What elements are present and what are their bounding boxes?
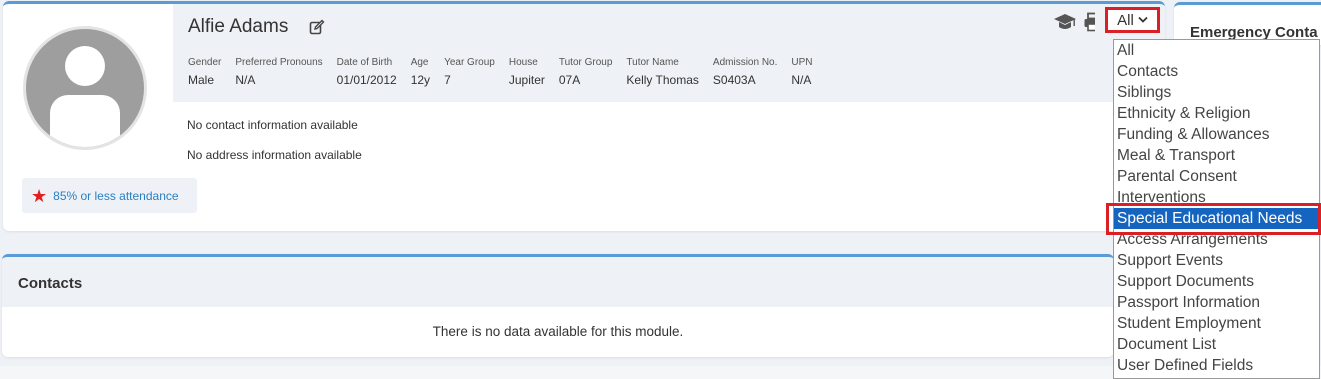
field-gender: Gender Male [188, 57, 221, 87]
student-profile-card: Alfie Adams Gender Male Preferred Pronou… [3, 1, 1165, 231]
field-label: Age [410, 57, 429, 68]
address-info-text: No address information available [187, 148, 362, 162]
filter-option-ethnicity-religion[interactable]: Ethnicity & Religion [1114, 103, 1319, 124]
field-value: 7 [444, 73, 451, 87]
filter-option-parental-consent[interactable]: Parental Consent [1114, 166, 1319, 187]
field-label: Tutor Group [558, 57, 613, 68]
filter-option-contacts[interactable]: Contacts [1114, 61, 1319, 82]
field-year-group: Year Group 7 [444, 57, 495, 87]
filter-option-all[interactable]: All [1114, 40, 1319, 61]
field-tutor-group: Tutor Group 07A [559, 57, 613, 87]
field-value: S0403A [712, 73, 756, 87]
avatar-head [65, 46, 105, 86]
field-value: Male [188, 73, 215, 87]
field-label: Tutor Name [626, 57, 679, 68]
contacts-empty-message: There is no data available for this modu… [432, 324, 684, 339]
filter-option-passport-information[interactable]: Passport Information [1114, 292, 1319, 313]
field-label: Admission No. [712, 57, 778, 68]
contacts-title: Contacts [18, 275, 83, 292]
field-label: Preferred Pronouns [235, 57, 323, 68]
attendance-badge[interactable]: ★ 85% or less attendance [22, 178, 197, 213]
filter-select[interactable]: All [1105, 7, 1160, 33]
filter-option-funding-allowances[interactable]: Funding & Allowances [1114, 124, 1319, 145]
contacts-card: Contacts There is no data available for … [2, 254, 1114, 357]
graduation-cap-icon[interactable] [1053, 12, 1077, 37]
field-house: House Jupiter [509, 57, 545, 87]
field-value: 07A [558, 73, 581, 87]
highlight-outline [1106, 203, 1321, 235]
filter-option-support-documents[interactable]: Support Documents [1114, 271, 1319, 292]
field-value: N/A [235, 73, 256, 87]
field-value: Jupiter [508, 73, 545, 87]
field-admission-no: Admission No. S0403A [713, 57, 777, 87]
avatar [23, 26, 147, 150]
avatar-body [50, 95, 120, 147]
filter-option-student-employment[interactable]: Student Employment [1114, 313, 1319, 334]
field-label: Gender [188, 57, 222, 68]
field-age: Age 12y [411, 57, 430, 87]
field-label: Date of Birth [336, 57, 393, 68]
field-label: House [508, 57, 538, 68]
attendance-text: 85% or less attendance [53, 188, 179, 203]
contact-info-text: No contact information available [187, 118, 358, 132]
field-value: N/A [791, 73, 812, 87]
field-upn: UPN N/A [791, 57, 812, 87]
filter-option-document-list[interactable]: Document List [1114, 334, 1319, 355]
field-tutor-name: Tutor Name Kelly Thomas [626, 57, 698, 87]
field-label: UPN [791, 57, 813, 68]
profile-actions [1053, 12, 1095, 37]
filter-option-user-defined-fields[interactable]: User Defined Fields [1114, 355, 1319, 376]
filter-option-support-events[interactable]: Support Events [1114, 250, 1319, 271]
field-value: 12y [410, 73, 431, 87]
filter-selected-value: All [1117, 11, 1134, 29]
star-icon: ★ [31, 185, 48, 206]
student-name: Alfie Adams [188, 16, 289, 37]
contacts-header: Contacts [2, 257, 1114, 307]
student-fields: Gender Male Preferred Pronouns N/A Date … [188, 57, 827, 87]
field-pronouns: Preferred Pronouns N/A [235, 57, 322, 87]
field-value: Kelly Thomas [626, 73, 699, 87]
student-info-panel: Alfie Adams Gender Male Preferred Pronou… [173, 4, 1165, 102]
field-value: 01/01/2012 [336, 73, 397, 87]
field-dob: Date of Birth 01/01/2012 [337, 57, 397, 87]
field-label: Year Group [444, 57, 495, 68]
edit-icon[interactable] [309, 19, 325, 35]
filter-option-siblings[interactable]: Siblings [1114, 82, 1319, 103]
print-icon[interactable] [1083, 12, 1095, 37]
chevron-down-icon [1138, 15, 1148, 26]
filter-option-meal-transport[interactable]: Meal & Transport [1114, 145, 1319, 166]
